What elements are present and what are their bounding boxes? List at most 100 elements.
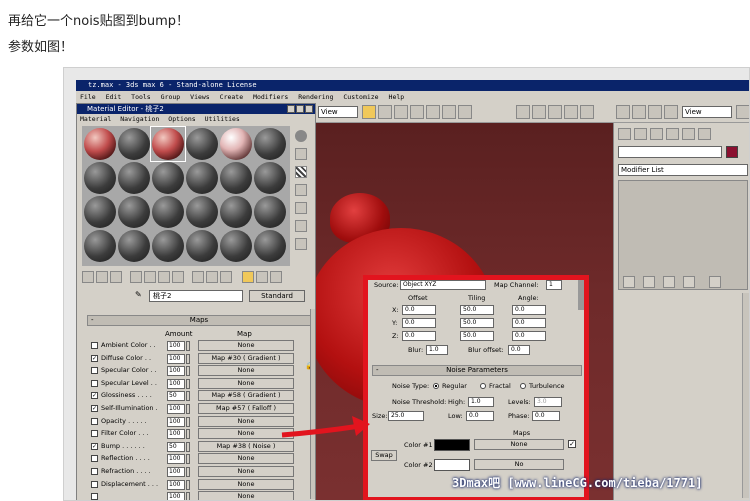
pick-material-dropper-icon[interactable]: ✎ [135,290,142,299]
sample-slot-7[interactable] [84,162,116,194]
sample-slot-13[interactable] [84,196,116,228]
modify-tab-icon[interactable] [634,128,647,140]
low-field[interactable]: 0.0 [466,411,494,421]
swap-button[interactable]: Swap [371,450,397,461]
noise-type-turbulence-radio[interactable] [520,383,526,389]
material-type-button[interactable]: Standard [249,290,305,302]
map-amount-field[interactable]: 100 [167,492,185,500]
me-menu-options[interactable]: Options [168,115,195,123]
utilities-tab-icon[interactable] [698,128,711,140]
map-slot-button[interactable]: Map #38 ( Noise ) [198,440,294,452]
menu-modifiers[interactable]: Modifiers [253,93,288,101]
sample-slot-5[interactable] [220,128,252,160]
map-amount-field[interactable]: 50 [167,391,185,402]
display-tab-icon[interactable] [682,128,695,140]
make-unique-material-icon[interactable] [158,271,170,283]
menu-help[interactable]: Help [389,93,405,101]
map-slot-button[interactable]: Map #30 ( Gradient ) [198,352,294,364]
select-icon[interactable] [362,105,376,119]
video-check-icon[interactable] [295,202,307,214]
sample-slot-17[interactable] [220,196,252,228]
uv-tiling-icon[interactable] [295,184,307,196]
menu-create[interactable]: Create [220,93,243,101]
create-tab-icon[interactable] [618,128,631,140]
map-slot-button[interactable]: None [198,377,294,389]
sample-slot-20[interactable] [118,230,150,262]
curve-editor-icon[interactable] [616,105,630,119]
background-icon[interactable] [295,166,307,178]
maps-rollout-header[interactable]: - Maps [87,315,311,326]
color1-swatch[interactable] [434,439,470,451]
mirror-icon[interactable] [564,105,578,119]
menu-file[interactable]: File [80,93,96,101]
map-slot-button[interactable]: None [198,478,294,490]
map-enable-checkbox[interactable] [91,430,98,438]
assign-to-selection-icon[interactable] [110,271,122,283]
render-scene-icon[interactable] [664,105,678,119]
put-to-scene-icon[interactable] [96,271,108,283]
angle-z-field[interactable]: 0.0 [512,331,546,341]
map-amount-spinner[interactable] [186,492,190,500]
sample-slot-19[interactable] [84,230,116,262]
sample-slot-9[interactable] [152,162,184,194]
map-slot-button[interactable]: None [198,453,294,465]
material-navigator-icon[interactable] [270,271,282,283]
size-field[interactable]: 25.0 [388,411,424,421]
sample-slot-4[interactable] [186,128,218,160]
sample-slot-18[interactable] [254,196,286,228]
source-dropdown[interactable]: Object XYZ [400,280,486,290]
move-icon[interactable] [410,105,424,119]
reset-map-icon[interactable] [130,271,142,283]
sample-slot-21[interactable] [152,230,184,262]
sample-slot-22[interactable] [186,230,218,262]
map-slot-button[interactable]: None [198,365,294,377]
material-editor-icon[interactable] [648,105,662,119]
sample-slot-14[interactable] [118,196,150,228]
hierarchy-tab-icon[interactable] [650,128,663,140]
map-slot-button[interactable]: None [198,466,294,477]
me-menu-material[interactable]: Material [80,115,111,123]
pin-stack-icon[interactable] [623,276,635,288]
rotate-icon[interactable] [426,105,440,119]
map-amount-field[interactable]: 100 [167,467,185,477]
map-enable-checkbox[interactable] [91,417,98,425]
sample-slot-8[interactable] [118,162,150,194]
map-amount-spinner[interactable] [186,479,190,490]
percent-snap-icon[interactable] [548,105,562,119]
map-enable-checkbox[interactable] [91,468,98,475]
high-field[interactable]: 1.0 [468,397,494,407]
map-amount-field[interactable]: 100 [167,366,185,377]
sample-slot-12[interactable] [254,162,286,194]
map-enable-checkbox[interactable]: ✓ [91,392,98,400]
reference-coord-select[interactable]: View [318,106,358,118]
map-enable-checkbox[interactable] [91,493,98,500]
menu-group[interactable]: Group [161,93,181,101]
pivot-icon[interactable] [458,105,472,119]
make-preview-icon[interactable] [295,220,307,232]
map-slot-button[interactable]: None [198,491,294,500]
show-map-in-viewport-icon[interactable] [206,271,218,283]
map-enable-checkbox[interactable] [91,455,98,463]
menu-tools[interactable]: Tools [131,93,151,101]
put-to-library-icon[interactable] [172,271,184,283]
map-enable-checkbox[interactable] [91,367,98,375]
material-name-field[interactable]: 桃子2 [149,290,243,302]
go-to-parent-icon[interactable] [242,271,254,283]
backlight-icon[interactable] [295,148,307,160]
angle-x-field[interactable]: 0.0 [512,305,546,315]
make-copy-icon[interactable] [144,271,156,283]
map-amount-field[interactable]: 50 [167,441,185,452]
menu-edit[interactable]: Edit [106,93,122,101]
angle-snap-icon[interactable] [532,105,546,119]
color2-swatch[interactable] [434,459,470,471]
maximize-icon[interactable] [296,105,304,113]
menu-customize[interactable]: Customize [343,93,378,101]
sample-slot-10[interactable] [186,162,218,194]
tiling-y-field[interactable]: 50.0 [460,318,494,328]
map-amount-spinner[interactable] [186,391,190,402]
map-amount-field[interactable]: 100 [167,341,185,351]
map-amount-spinner[interactable] [186,353,190,364]
map-amount-spinner[interactable] [186,454,190,465]
map-amount-spinner[interactable] [186,404,190,414]
map-amount-spinner[interactable] [186,416,190,427]
